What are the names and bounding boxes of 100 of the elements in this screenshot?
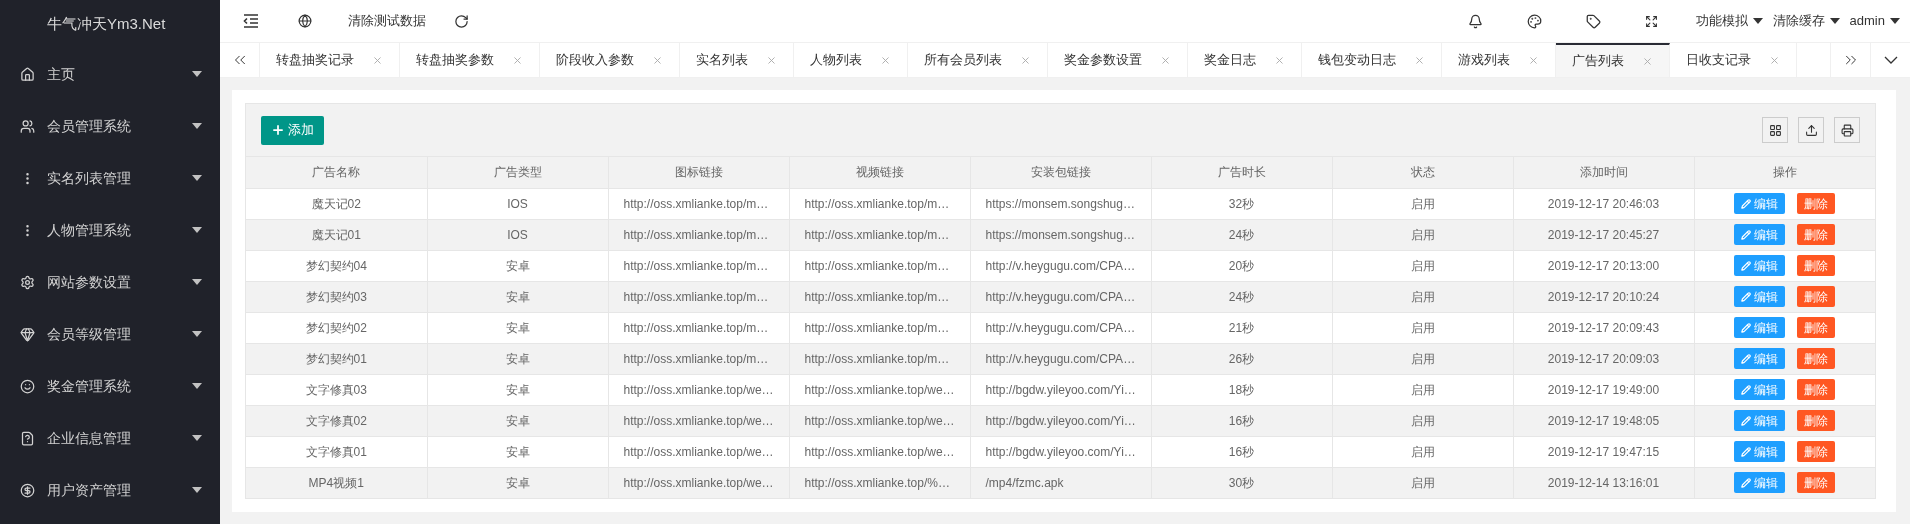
pencil-icon	[1741, 477, 1752, 488]
coin-icon	[20, 482, 35, 498]
sidebar-item[interactable]: 用户资产管理	[0, 464, 220, 516]
table-cell: 16秒	[1151, 436, 1332, 467]
tab[interactable]: 奖金日志	[1188, 43, 1302, 77]
table-cell: http://oss.xmlianke.top/m…	[608, 343, 789, 374]
close-icon[interactable]	[652, 54, 663, 66]
table-cell: http://v.heygugu.com/CPA…	[970, 250, 1151, 281]
sidebar-item[interactable]: 主页	[0, 48, 220, 100]
table-cell: http://oss.xmlianke.top/m…	[608, 188, 789, 219]
clear-test-data-link[interactable]: 清除测试数据	[328, 11, 446, 31]
bell-icon[interactable]	[1467, 13, 1483, 29]
palette-icon[interactable]	[1526, 13, 1542, 29]
tab[interactable]: 转盘抽奖记录	[260, 43, 400, 77]
table-cell: 启用	[1332, 250, 1513, 281]
table-cell: 启用	[1332, 188, 1513, 219]
table-cell: 24秒	[1151, 219, 1332, 250]
tab[interactable]: 实名列表	[680, 43, 794, 77]
sidebar-item[interactable]: 会员等级管理	[0, 308, 220, 360]
tab[interactable]: 广告列表	[1556, 43, 1670, 77]
table-cell: http://oss.xmlianke.top/we…	[608, 436, 789, 467]
table-cell: 启用	[1332, 281, 1513, 312]
table-cell: 安卓	[427, 374, 608, 405]
smile-icon	[20, 378, 35, 394]
header-menu[interactable]: admin	[1849, 11, 1900, 31]
table-cell: 安卓	[427, 343, 608, 374]
export-button[interactable]	[1798, 117, 1824, 143]
table-cell: 文字修真02	[246, 405, 427, 436]
table-cell: 梦幻契约03	[246, 281, 427, 312]
tab[interactable]: 日收支记录	[1670, 43, 1797, 77]
tab[interactable]: 人物列表	[794, 43, 908, 77]
tab[interactable]: 所有会员列表	[908, 43, 1048, 77]
sidebar-item[interactable]: 企业信息管理	[0, 412, 220, 464]
sidebar-item[interactable]: 奖金管理系统	[0, 360, 220, 412]
table-cell: http://oss.xmlianke.top/m…	[789, 312, 970, 343]
tab[interactable]: 钱包变动日志	[1302, 43, 1442, 77]
table-cell: http://bgdw.yileyoo.com/Yi…	[970, 405, 1151, 436]
close-icon[interactable]	[880, 54, 891, 66]
close-icon[interactable]	[766, 54, 777, 66]
caret-icon	[192, 123, 202, 129]
fullscreen-icon[interactable]	[1644, 14, 1658, 28]
globe-icon[interactable]	[298, 14, 312, 29]
table-cell: 32秒	[1151, 188, 1332, 219]
refresh-icon[interactable]	[454, 13, 469, 29]
tab[interactable]: 转盘抽奖参数	[400, 43, 540, 77]
close-icon[interactable]	[372, 54, 383, 66]
users-icon	[20, 118, 35, 134]
pencil-icon	[1741, 291, 1752, 302]
sidebar-item[interactable]: 网站参数设置	[0, 256, 220, 308]
pencil-icon	[1741, 260, 1752, 271]
tag-icon[interactable]	[1585, 13, 1601, 29]
table-cell: http://oss.xmlianke.top/m…	[789, 250, 970, 281]
column-header: 广告时长	[1151, 157, 1332, 188]
chevron-down-icon	[1883, 56, 1898, 65]
table-cell: http://oss.xmlianke.top/m…	[608, 312, 789, 343]
table-cell: https://monsem.songshug…	[970, 188, 1151, 219]
table-cell: 安卓	[427, 467, 608, 498]
indent-decrease-icon[interactable]	[243, 14, 259, 29]
table-cell: IOS	[427, 188, 608, 219]
close-icon[interactable]	[512, 54, 523, 66]
table-cell: http://v.heygugu.com/CPA…	[970, 312, 1151, 343]
caret-icon	[1752, 18, 1763, 25]
table-cell: http://oss.xmlianke.top/m…	[789, 188, 970, 219]
column-header: 广告类型	[427, 157, 608, 188]
column-header: 状态	[1332, 157, 1513, 188]
caret-icon	[192, 227, 202, 233]
table-cell: http://oss.xmlianke.top/m…	[608, 281, 789, 312]
caret-icon	[192, 279, 202, 285]
column-header: 安装包链接	[970, 157, 1151, 188]
caret-icon	[192, 435, 202, 441]
columns-button[interactable]	[1762, 117, 1788, 143]
column-header: 操作	[1694, 157, 1875, 188]
sidebar-item[interactable]: 人物管理系统	[0, 204, 220, 256]
table-cell: http://oss.xmlianke.top/we…	[789, 436, 970, 467]
close-icon[interactable]	[1274, 54, 1285, 66]
close-icon[interactable]	[1414, 54, 1425, 66]
table-cell: 启用	[1332, 405, 1513, 436]
tab[interactable]: 阶段收入参数	[540, 43, 680, 77]
close-icon[interactable]	[1642, 55, 1653, 67]
add-button[interactable]: 添加	[261, 115, 324, 145]
caret-icon	[192, 71, 202, 77]
close-icon[interactable]	[1769, 54, 1780, 66]
table-cell: 启用	[1332, 374, 1513, 405]
close-icon[interactable]	[1020, 54, 1031, 66]
table-cell: 24秒	[1151, 281, 1332, 312]
table-cell: 梦幻契约01	[246, 343, 427, 374]
table-cell: 2019-12-17 20:10:24	[1513, 281, 1694, 312]
caret-icon	[192, 383, 202, 389]
sidebar-item[interactable]: 会员管理系统	[0, 100, 220, 152]
header-menu[interactable]: 功能模拟	[1695, 11, 1763, 31]
table-cell: http://oss.xmlianke.top/m…	[789, 219, 970, 250]
sidebar-item[interactable]: 实名列表管理	[0, 152, 220, 204]
header-menu[interactable]: 清除缓存	[1772, 11, 1840, 31]
table-cell: http://oss.xmlianke.top/m…	[608, 219, 789, 250]
close-icon[interactable]	[1528, 54, 1539, 66]
close-icon[interactable]	[1160, 54, 1171, 66]
tab[interactable]: 奖金参数设置	[1048, 43, 1188, 77]
pencil-icon	[1741, 384, 1752, 395]
print-button[interactable]	[1834, 117, 1860, 143]
caret-icon	[192, 487, 202, 493]
